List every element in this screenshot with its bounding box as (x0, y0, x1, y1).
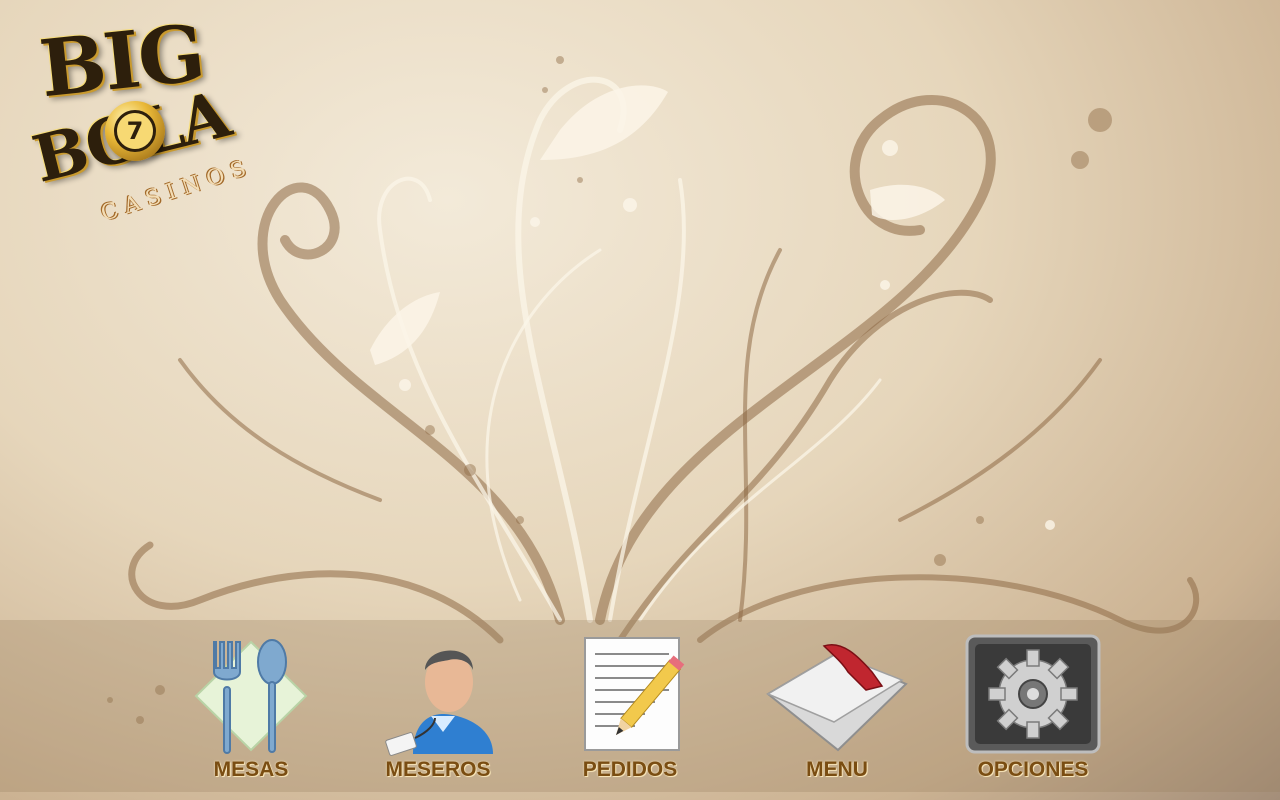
opciones-label: OPCIONES (977, 758, 1089, 781)
meseros-button[interactable]: MESEROS (358, 632, 518, 792)
menu-button[interactable]: MENU (757, 632, 917, 792)
pedidos-label: PEDIDOS (582, 758, 678, 781)
gear-icon (958, 632, 1108, 756)
pedidos-button[interactable]: PEDIDOS (550, 632, 710, 792)
menu-label: MENU (806, 758, 868, 781)
order-notepad-icon (555, 632, 705, 756)
cutlery-icon (176, 632, 326, 756)
logo-ball-number: 7 (114, 110, 156, 152)
mesas-button[interactable]: MESAS (171, 632, 331, 792)
big-bola-casinos-logo: BIG BOLA 7 CASINOS (10, 8, 256, 248)
mesas-label: MESAS (213, 758, 289, 781)
waiter-icon (363, 632, 513, 756)
meseros-label: MESEROS (385, 758, 491, 781)
opciones-button[interactable]: OPCIONES (953, 632, 1113, 792)
menu-folder-icon (762, 632, 912, 756)
logo-ball-icon: 7 (105, 101, 165, 161)
